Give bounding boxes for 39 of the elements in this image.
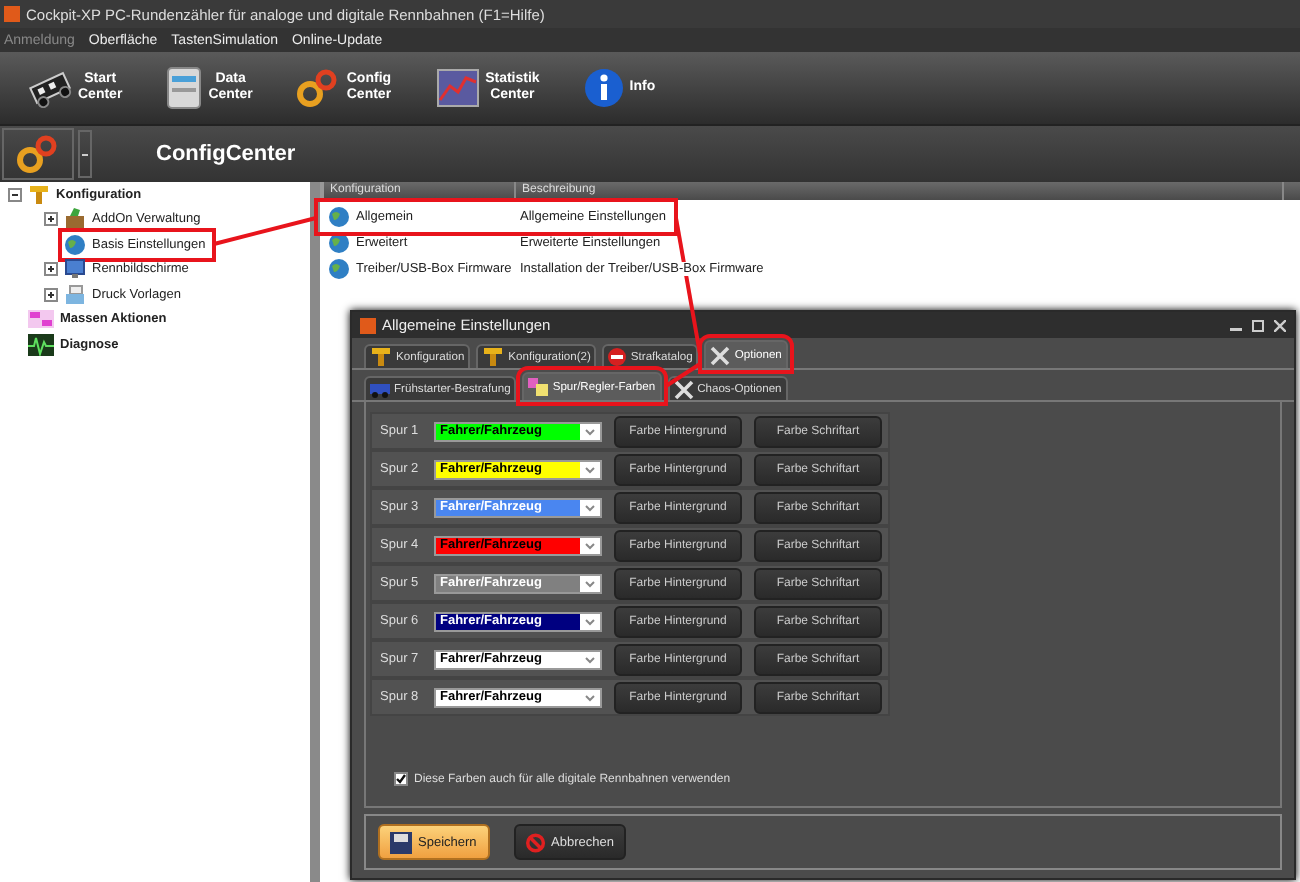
checkbox[interactable]: [394, 772, 408, 786]
no-entry-icon: [608, 348, 627, 366]
expander-toggle[interactable]: [44, 262, 58, 277]
grid-icon: [28, 308, 54, 331]
printer-icon: [64, 283, 86, 306]
maximize-icon[interactable]: [1252, 319, 1264, 331]
chevron-down-icon[interactable]: [580, 575, 600, 591]
leader-line: [213, 216, 317, 246]
chevron-down-icon[interactable]: [580, 461, 600, 477]
app-icon: [4, 6, 20, 22]
expander-toggle[interactable]: [44, 287, 58, 302]
section-title: ConfigCenter: [156, 142, 296, 166]
chevron-down-icon[interactable]: [580, 423, 600, 439]
palette-icon: [528, 378, 549, 396]
expander-toggle[interactable]: [44, 212, 58, 227]
monitor-icon: [64, 258, 86, 281]
info-icon: [583, 68, 624, 108]
globe-icon: [64, 233, 86, 256]
leader-line: [664, 362, 702, 388]
chevron-down-icon[interactable]: [580, 499, 600, 515]
server-icon: [166, 66, 203, 110]
chevron-down-icon[interactable]: [580, 537, 600, 553]
car-icon: [370, 380, 390, 398]
globe-icon: [328, 258, 350, 280]
app-icon: [360, 317, 376, 333]
prohibited-icon: [526, 831, 546, 853]
chevron-down-icon[interactable]: [580, 651, 600, 667]
chart-icon: [435, 68, 480, 108]
chevron-down-icon[interactable]: [580, 613, 600, 629]
gears-icon: [296, 68, 341, 108]
gears-icon: [16, 134, 60, 174]
globe-icon: [328, 206, 350, 228]
box-icon: [64, 208, 86, 231]
chevron-down-icon[interactable]: [580, 689, 600, 705]
expander-toggle[interactable]: [8, 187, 22, 202]
globe-icon: [328, 232, 350, 254]
waveform-icon: [28, 333, 54, 356]
close-icon[interactable]: [1274, 319, 1286, 331]
config-button[interactable]: [2, 128, 74, 180]
